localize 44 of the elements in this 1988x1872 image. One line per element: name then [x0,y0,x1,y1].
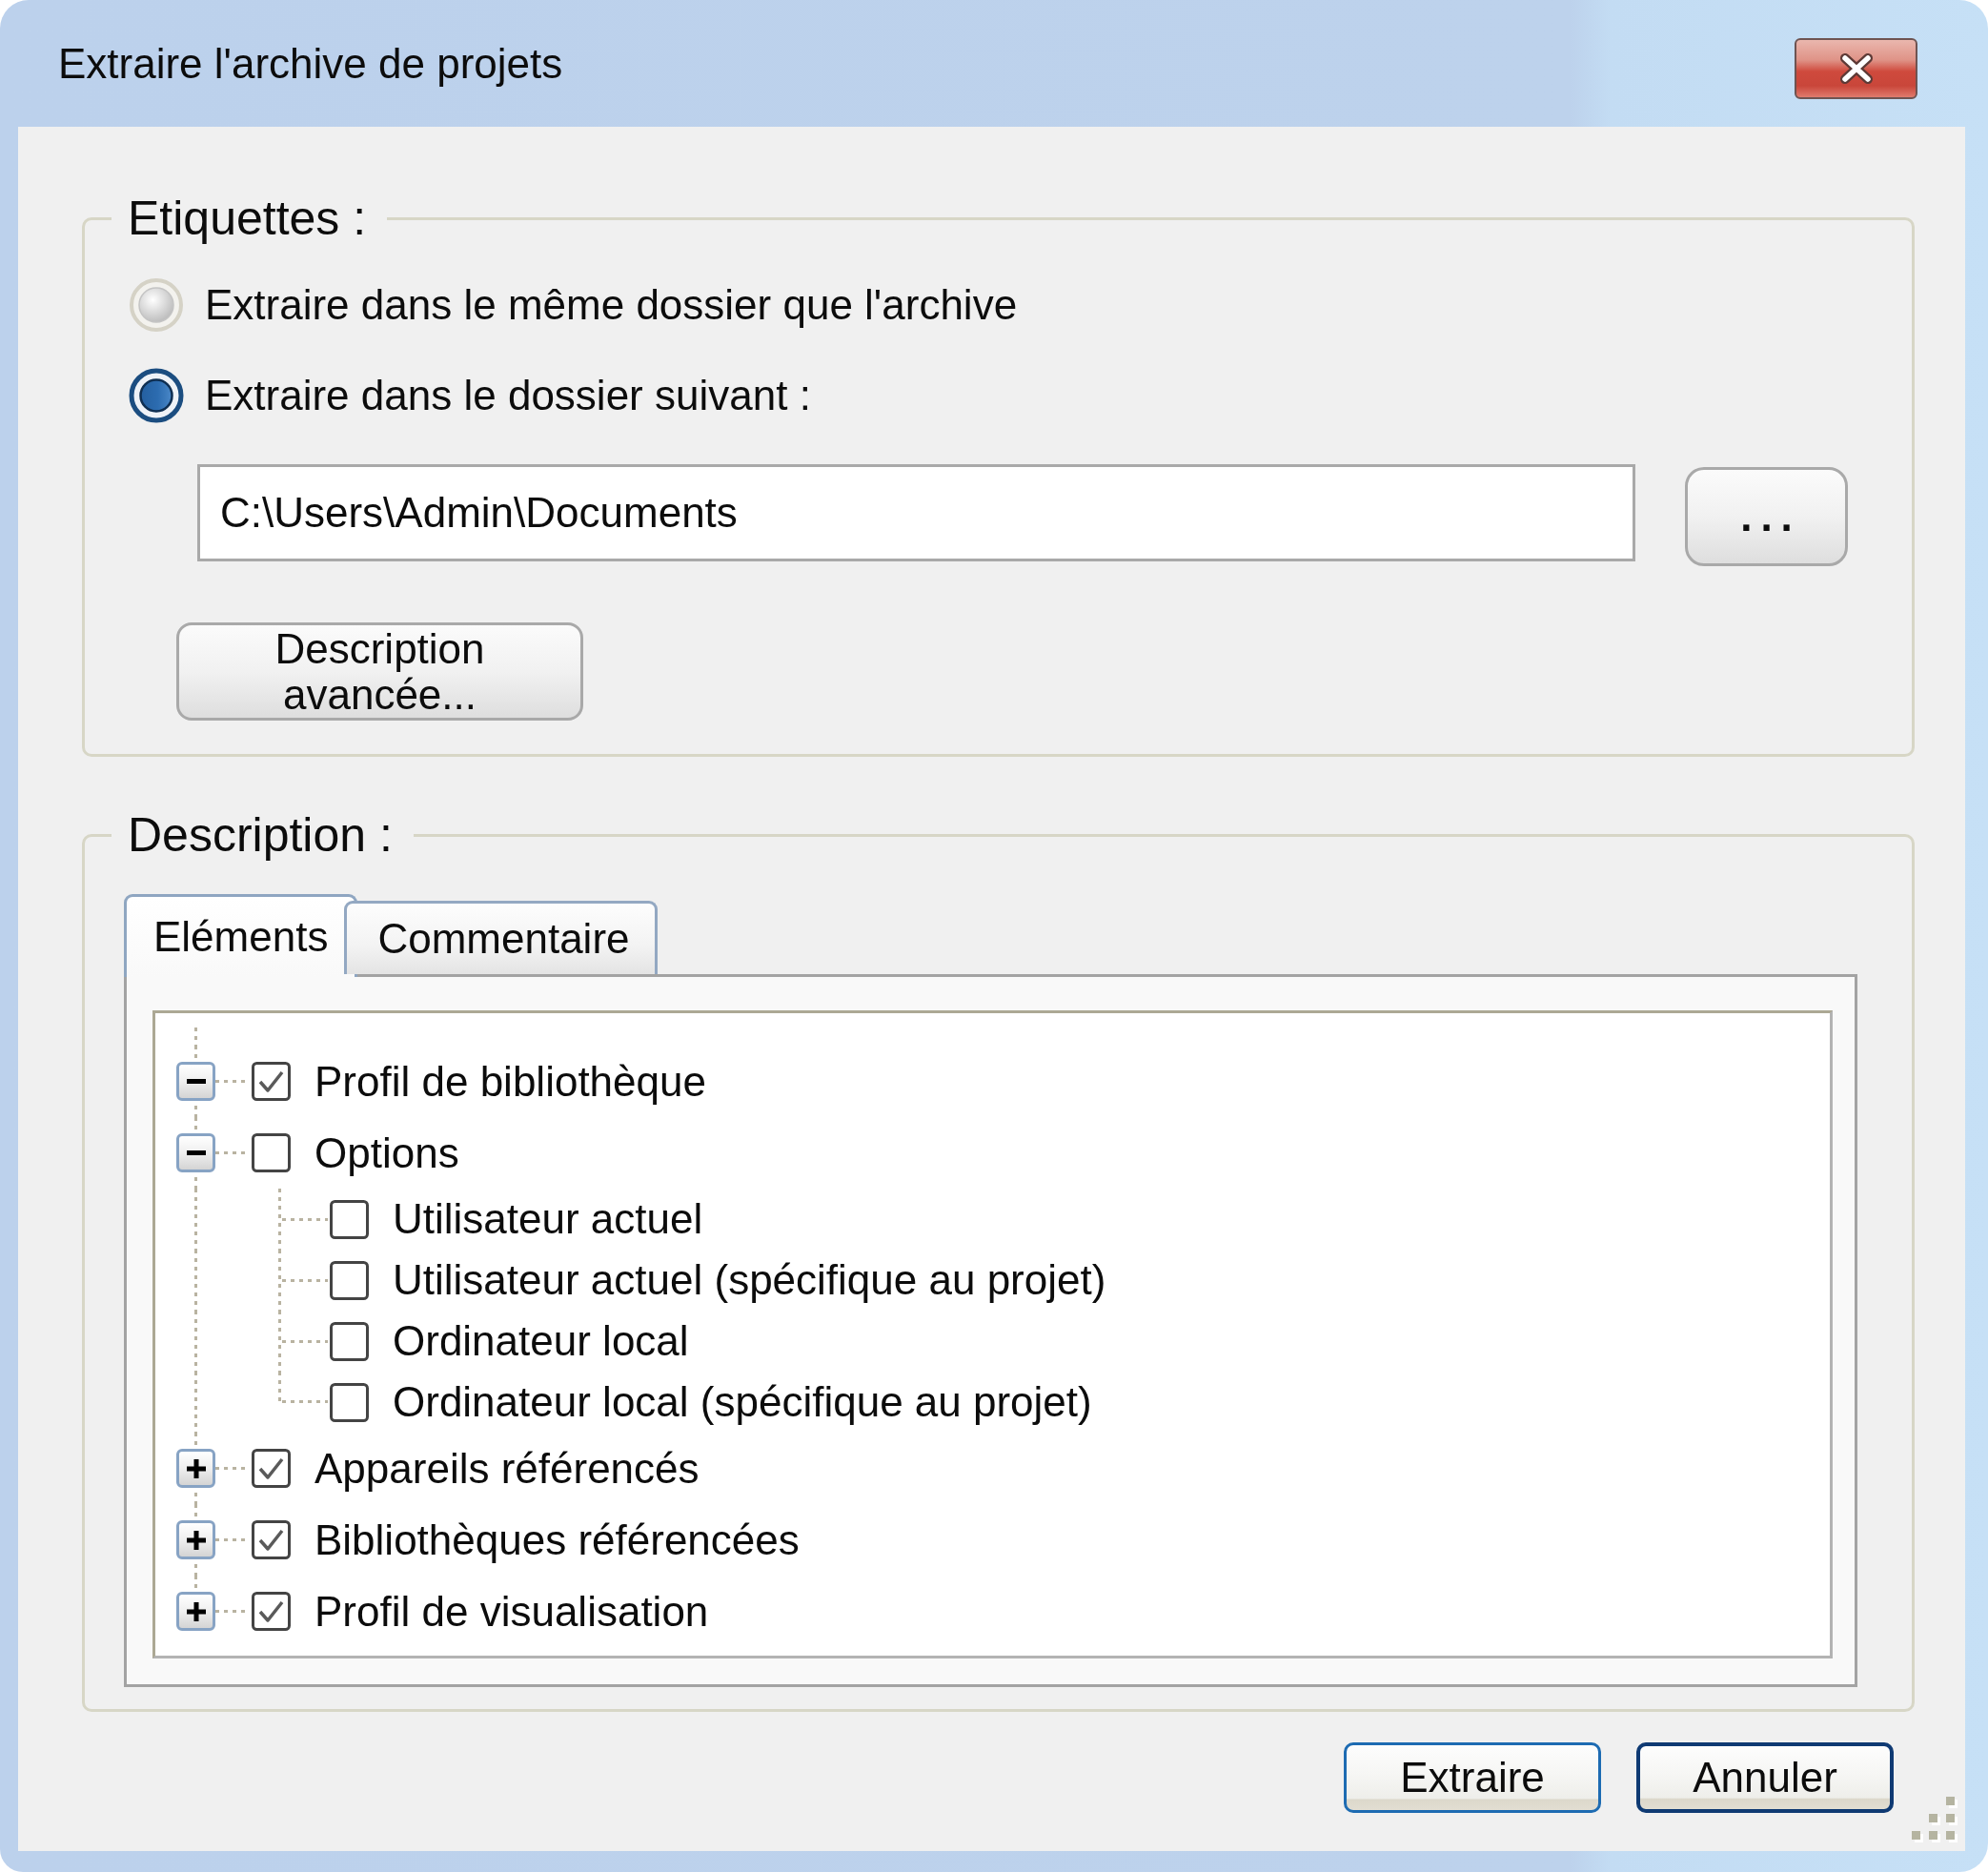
tree-item-label[interactable]: Ordinateur local [393,1317,689,1365]
tree-toggle[interactable] [176,1062,215,1101]
window-title: Extraire l'archive de projets [58,38,563,89]
plus-icon [186,1458,206,1478]
checkbox[interactable] [252,1520,291,1559]
folder-path-field[interactable]: C:\Users\Admin\Documents [197,464,1635,561]
cancel-button[interactable]: Annuler [1636,1742,1894,1813]
checkbox[interactable] [252,1133,291,1172]
tree-item-label[interactable]: Utilisateur actuel (spécifique au projet) [393,1256,1106,1304]
checkbox[interactable] [252,1449,291,1488]
minus-icon [186,1079,206,1084]
tree-toggle[interactable] [176,1592,215,1631]
group-title: Description : [127,808,394,863]
checkbox[interactable] [252,1062,291,1101]
group-title: Etiquettes : [127,192,368,246]
tab[interactable]: Eléments [124,894,358,977]
checkbox[interactable] [330,1260,369,1300]
tree-item-label[interactable]: Profil de bibliothèque [314,1057,706,1106]
radio-label: Extraire dans le dossier suivant : [205,371,811,419]
tree-item-label[interactable]: Appareils référencés [314,1444,700,1493]
tree-toggle[interactable] [176,1520,215,1559]
tree-item-label[interactable]: Profil de visualisation [314,1587,709,1636]
radio-label: Extraire dans le même dossier que l'archive [205,280,1018,329]
close-icon [1839,53,1873,84]
minus-icon [186,1150,206,1155]
checkbox[interactable] [330,1199,369,1239]
tab[interactable]: Commentaire [344,901,658,974]
browse-button[interactable]: ... [1685,467,1848,566]
radio-button[interactable] [129,367,184,423]
close-button[interactable] [1795,38,1917,99]
tree-item-label[interactable]: Bibliothèques référencées [314,1516,800,1564]
advanced-description-button[interactable]: Description avancée... [176,622,583,721]
plus-icon [186,1601,206,1621]
tree-item-label[interactable]: Ordinateur local (spécifique au projet) [393,1378,1092,1426]
checkbox[interactable] [330,1382,369,1422]
plus-icon [186,1530,206,1550]
resize-grip-icon[interactable] [1912,1797,1958,1842]
tree-toggle[interactable] [176,1133,215,1172]
tree-toggle[interactable] [176,1449,215,1488]
tree-item-label[interactable]: Utilisateur actuel [393,1195,703,1243]
tree-item-label[interactable]: Options [314,1129,459,1177]
extract-button[interactable]: Extraire [1344,1742,1601,1813]
checkbox[interactable] [252,1592,291,1631]
checkbox[interactable] [330,1321,369,1361]
